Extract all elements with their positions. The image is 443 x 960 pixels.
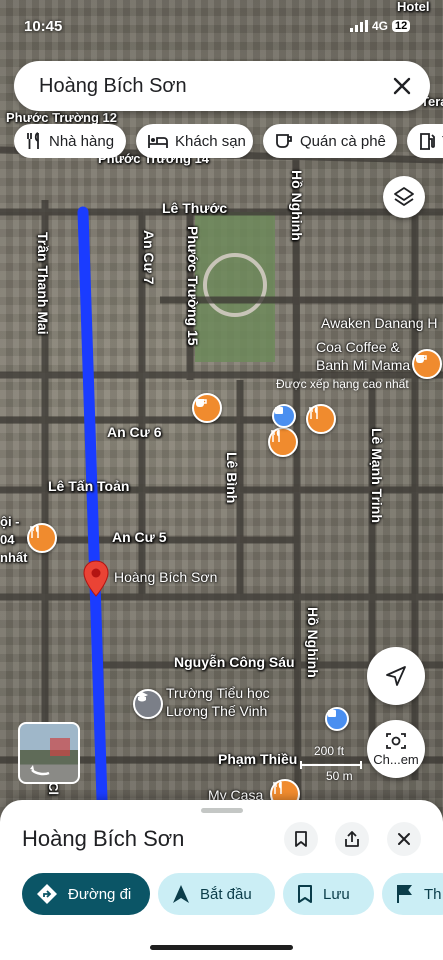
hotel-cut-label: Hotel (397, 0, 430, 14)
close-icon (398, 833, 410, 845)
lens-button[interactable]: Ch...em (367, 720, 425, 778)
chip-label: Nhà hàng (49, 132, 115, 150)
chip-label: Quán cà phê (300, 132, 386, 150)
street-pham-thieu: Phạm Thiều (218, 751, 298, 767)
street-left-cut-1: ội - (0, 514, 20, 529)
map-scale: 200 ft 50 m (300, 744, 362, 783)
share-icon (345, 831, 359, 847)
navigation-arrow-icon (386, 666, 406, 686)
battery-icon: 12 (392, 20, 411, 32)
start-label: Bắt đầu (200, 885, 252, 903)
status-time: 10:45 (24, 18, 63, 35)
poi-school-label-1[interactable]: Trường Tiểu học (166, 685, 270, 701)
network-type: 4G (372, 19, 389, 33)
home-indicator[interactable] (150, 945, 293, 950)
scale-bar (300, 761, 362, 769)
category-chips: Nhà hàng Khách sạn Quán cà phê T (14, 124, 443, 158)
layers-button[interactable] (383, 176, 425, 218)
start-button[interactable]: Bắt đầu (158, 873, 275, 915)
street-an-cu-7: An Cư 7 (141, 230, 157, 285)
street-ho-nghinh-south: Hồ Nghinh (305, 607, 321, 678)
layers-icon (394, 187, 414, 206)
place-title: Hoàng Bích Sơn (22, 826, 185, 851)
directions-label: Đường đi (68, 885, 132, 903)
street-ho-nghinh: Hồ Nghinh (289, 170, 305, 241)
poi-coa-coffee-rating: Được xếp hạng cao nhất (276, 377, 409, 391)
street-le-binh: Lê Bình (224, 452, 240, 504)
street-phuoc-truong-12: Phước Trường 12 (6, 110, 118, 125)
fork-knife-icon (27, 132, 39, 149)
chip-label: Khách sạn (175, 132, 246, 150)
street-an-cu-5: An Cư 5 (112, 529, 167, 545)
coffee-pin-icon-2[interactable] (192, 393, 222, 423)
coffee-cup-icon (276, 134, 292, 148)
close-icon[interactable] (388, 72, 416, 100)
bus-stop-icon-2[interactable] (325, 707, 349, 731)
bookmark-icon (298, 885, 312, 903)
status-bar: 10:45 4G 12 (0, 14, 443, 42)
save-label: Lưu (323, 885, 350, 903)
search-bar[interactable]: Hoàng Bích Sơn (14, 61, 430, 111)
poi-school-label-2[interactable]: Lương Thế Vinh (166, 703, 267, 719)
gas-station-icon (420, 133, 435, 150)
close-sheet-button[interactable] (387, 822, 421, 856)
street-le-tan-toan: Lê Tấn Toản (48, 478, 130, 494)
restaurant-pin-icon[interactable] (306, 404, 336, 434)
label-label: Th (424, 885, 442, 903)
bed-icon (148, 135, 168, 148)
street-view-thumbnail[interactable] (18, 722, 80, 784)
restaurant-pin-icon-3[interactable] (27, 523, 57, 553)
directions-button[interactable]: Đường đi (22, 873, 150, 915)
save-place-button[interactable] (284, 822, 318, 856)
street-nguyen-cong-sau: Nguyễn Công Sáu (174, 654, 295, 670)
street-left-cut-2: 04 (0, 532, 15, 547)
my-location-button[interactable] (367, 647, 425, 705)
coffee-pin-icon[interactable] (412, 349, 442, 379)
poi-coa-coffee-label-2[interactable]: Banh Mi Mama (316, 357, 410, 373)
scale-feet: 200 ft (314, 744, 345, 758)
sheet-drag-handle[interactable] (201, 808, 243, 813)
school-pin-icon[interactable] (133, 689, 163, 719)
camera-lens-icon (386, 733, 406, 749)
poi-coa-coffee-label-1[interactable]: Coa Coffee & (316, 339, 400, 355)
bookmark-icon (295, 831, 307, 847)
chip-gas[interactable]: T (407, 124, 443, 158)
search-query[interactable]: Hoàng Bích Sơn (39, 75, 187, 98)
street-le-manh-trinh: Lê Mạnh Trinh (369, 428, 385, 523)
bus-stop-icon[interactable] (272, 404, 296, 428)
destination-pin-label: Hoàng Bích Sơn (114, 569, 218, 585)
street-le-thuoc: Lê Thước (162, 200, 228, 216)
label-button[interactable]: Th (382, 873, 443, 915)
signal-icon (350, 20, 368, 32)
share-button[interactable] (335, 822, 369, 856)
navigation-icon (173, 885, 189, 903)
directions-icon (37, 884, 57, 904)
scale-meters: 50 m (326, 769, 353, 783)
lens-label: Ch...em (373, 752, 419, 767)
chip-restaurants[interactable]: Nhà hàng (14, 124, 126, 158)
route-line (77, 206, 108, 806)
street-an-cu-6: An Cư 6 (107, 424, 162, 440)
street-left-cut-3: nhất (0, 550, 28, 565)
poi-awaken-label[interactable]: Awaken Danang H (321, 315, 437, 331)
chip-cafes[interactable]: Quán cà phê (263, 124, 397, 158)
chip-hotels[interactable]: Khách sạn (136, 124, 253, 158)
street-phuoc-truong-15: Phước Trường 15 (185, 226, 201, 346)
save-button[interactable]: Lưu (283, 873, 374, 915)
flag-icon (397, 885, 412, 903)
street-tran-thanh-mai: Trần Thanh Mai (35, 232, 51, 335)
restaurant-pin-icon-2[interactable] (268, 427, 298, 457)
